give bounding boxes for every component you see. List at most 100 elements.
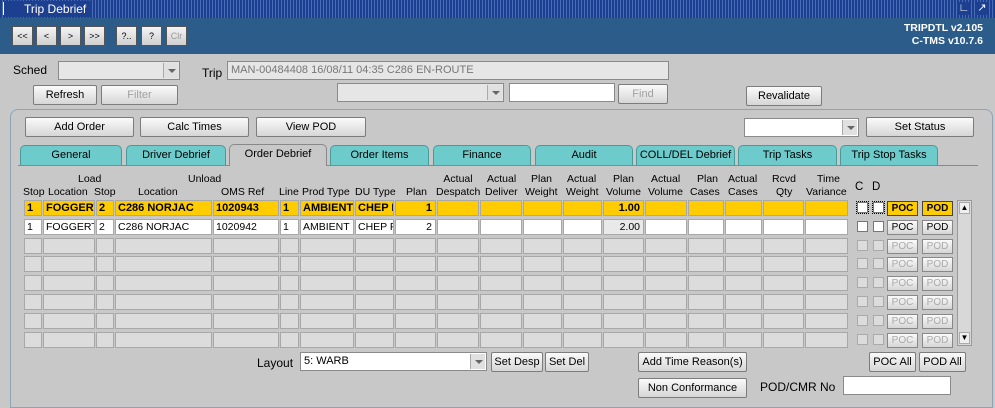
plan-volume-cell[interactable] — [603, 238, 644, 254]
refresh-button[interactable]: Refresh — [33, 85, 97, 105]
tab-audit[interactable]: Audit — [535, 145, 633, 165]
time-variance-cell[interactable] — [805, 313, 848, 329]
find-button[interactable]: Find — [618, 84, 668, 104]
actual-despatch-cell[interactable] — [437, 219, 479, 235]
list-values-button[interactable]: ?.. — [116, 26, 137, 46]
unload-location-cell[interactable] — [115, 313, 212, 329]
actual-cases-cell[interactable] — [725, 332, 762, 348]
actual-volume-cell[interactable] — [645, 238, 687, 254]
plan-cell[interactable]: 2 — [395, 219, 436, 235]
tab-coll-del-debrief[interactable]: COLL/DEL Debrief — [636, 145, 735, 165]
actual-cases-cell[interactable] — [725, 275, 762, 291]
actual-weight-cell[interactable] — [563, 238, 602, 254]
prev-record-button[interactable]: < — [36, 26, 57, 46]
non-conformance-button[interactable]: Non Conformance — [638, 378, 747, 398]
oms-ref-cell[interactable] — [213, 275, 279, 291]
line-cell[interactable] — [280, 275, 299, 291]
time-variance-cell[interactable] — [805, 238, 848, 254]
stop-cell[interactable]: 1 — [24, 200, 42, 216]
pod-button[interactable]: POD — [922, 314, 953, 329]
poc-button[interactable]: POC — [887, 220, 918, 235]
actual-deliver-cell[interactable] — [480, 219, 522, 235]
actual-weight-cell[interactable] — [563, 219, 602, 235]
unload-location-cell[interactable]: C286 NORJAC — [115, 219, 212, 235]
actual-cases-cell[interactable] — [725, 294, 762, 310]
line-cell[interactable] — [280, 332, 299, 348]
du-type-cell[interactable] — [355, 275, 394, 291]
c-checkbox[interactable] — [857, 315, 868, 326]
plan-volume-cell[interactable] — [603, 275, 644, 291]
chevron-down-icon[interactable] — [470, 354, 485, 369]
minimize-icon[interactable]: ∟ — [957, 2, 971, 15]
plan-cell[interactable] — [395, 256, 436, 272]
filter-button[interactable]: Filter — [101, 85, 178, 105]
rcvd-qty-cell[interactable] — [763, 313, 804, 329]
plan-weight-cell[interactable] — [523, 219, 562, 235]
oms-ref-cell[interactable] — [213, 238, 279, 254]
d-checkbox[interactable] — [873, 258, 884, 269]
c-checkbox[interactable] — [857, 221, 868, 232]
load-location-cell[interactable] — [43, 275, 95, 291]
oms-ref-cell[interactable]: 1020942 — [213, 219, 279, 235]
oms-ref-cell[interactable] — [213, 332, 279, 348]
prod-type-cell[interactable] — [300, 256, 354, 272]
load-location-cell[interactable]: FOGGERT — [43, 219, 95, 235]
plan-cases-cell[interactable] — [688, 256, 724, 272]
load-location-cell[interactable] — [43, 238, 95, 254]
rcvd-qty-cell[interactable] — [763, 238, 804, 254]
stop-cell[interactable] — [24, 332, 42, 348]
unload-location-cell[interactable] — [115, 238, 212, 254]
actual-deliver-cell[interactable] — [480, 200, 522, 216]
poc-button[interactable]: POC — [887, 333, 918, 348]
actual-despatch-cell[interactable] — [437, 238, 479, 254]
unload-location-cell[interactable] — [115, 256, 212, 272]
d-checkbox[interactable] — [873, 221, 884, 232]
actual-despatch-cell[interactable] — [437, 294, 479, 310]
poc-button[interactable]: POC — [887, 239, 918, 254]
unload-location-cell[interactable] — [115, 275, 212, 291]
line-cell[interactable] — [280, 294, 299, 310]
plan-weight-cell[interactable] — [523, 238, 562, 254]
actual-deliver-cell[interactable] — [480, 238, 522, 254]
plan-volume-cell[interactable] — [603, 332, 644, 348]
load-location-cell[interactable] — [43, 256, 95, 272]
pod-button[interactable]: POD — [922, 295, 953, 310]
prod-type-cell[interactable] — [300, 294, 354, 310]
trip-field[interactable]: MAN-00484408 16/08/11 04:35 C286 EN-ROUT… — [227, 61, 669, 80]
c-checkbox[interactable] — [857, 240, 868, 251]
actual-cases-cell[interactable] — [725, 313, 762, 329]
actual-volume-cell[interactable] — [645, 200, 687, 216]
du-type-cell[interactable] — [355, 238, 394, 254]
last-record-button[interactable]: >> — [84, 26, 105, 46]
du-type-cell[interactable] — [355, 313, 394, 329]
status-select[interactable] — [744, 118, 859, 137]
oms-ref-cell[interactable]: 1020943 — [213, 200, 279, 216]
pod-button[interactable]: POD — [922, 276, 953, 291]
load-location-cell[interactable] — [43, 294, 95, 310]
tab-order-items[interactable]: Order Items — [330, 145, 429, 165]
actual-volume-cell[interactable] — [645, 294, 687, 310]
plan-cases-cell[interactable] — [688, 275, 724, 291]
plan-weight-cell[interactable] — [523, 275, 562, 291]
set-del-button[interactable]: Set Del — [545, 352, 589, 372]
actual-volume-cell[interactable] — [645, 256, 687, 272]
unload-stop-cell[interactable] — [96, 313, 114, 329]
help-button[interactable]: ? — [141, 26, 162, 46]
d-checkbox[interactable] — [873, 277, 884, 288]
pod-button[interactable]: POD — [922, 239, 953, 254]
d-checkbox[interactable] — [873, 296, 884, 307]
c-checkbox[interactable] — [856, 201, 869, 214]
add-time-reason-button[interactable]: Add Time Reason(s) — [638, 352, 747, 372]
stop-cell[interactable] — [24, 256, 42, 272]
plan-cases-cell[interactable] — [688, 219, 724, 235]
unload-location-cell[interactable]: C286 NORJAC — [115, 200, 212, 216]
line-cell[interactable]: 1 — [280, 219, 299, 235]
plan-cell[interactable] — [395, 332, 436, 348]
tab-trip-tasks[interactable]: Trip Tasks — [738, 145, 837, 165]
pod-button[interactable]: POD — [922, 257, 953, 272]
poc-button[interactable]: POC — [887, 276, 918, 291]
actual-weight-cell[interactable] — [563, 313, 602, 329]
load-location-cell[interactable] — [43, 313, 95, 329]
set-desp-button[interactable]: Set Desp — [491, 352, 543, 372]
d-checkbox[interactable] — [873, 240, 884, 251]
